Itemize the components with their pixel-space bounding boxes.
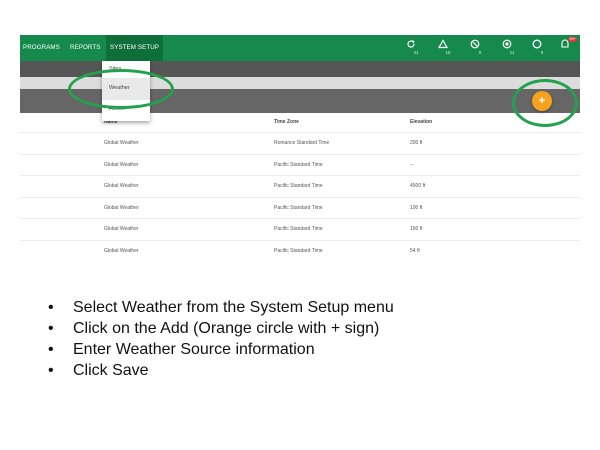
warning-triangle-icon <box>438 39 448 49</box>
table-row[interactable]: Global Weather Pacific Standard Time 450… <box>20 176 580 198</box>
instruction-step: • Click on the Add (Orange circle with + … <box>48 318 394 339</box>
warning-count: 15 <box>445 50 451 55</box>
sync-icon <box>407 40 415 48</box>
header-elevation[interactable]: Elevation <box>410 113 432 132</box>
step-text: Select Weather from the System Setup men… <box>73 299 394 316</box>
ring-icon <box>532 39 542 49</box>
menu-item-sites[interactable]: Sites <box>109 66 121 72</box>
notification-badge: 99+ <box>568 37 577 42</box>
cell-time-zone: Pacific Standard Time <box>274 204 323 211</box>
cell-name: Global Weather <box>104 226 139 232</box>
table-row[interactable]: Global Weather Romance Standard Time 200… <box>20 133 580 155</box>
table-row[interactable]: Global Weather Pacific Standard Time 54 … <box>20 241 580 261</box>
cell-name: Global Weather <box>104 140 139 146</box>
bullet: • <box>48 320 54 337</box>
status-blocked[interactable]: 0 <box>470 38 490 56</box>
step-text: Click on the Add (Orange circle with + s… <box>73 320 380 337</box>
cell-elevation: -- <box>410 161 414 168</box>
bullet: • <box>48 362 54 379</box>
cell-elevation: 100 ft <box>410 204 423 211</box>
table-row[interactable]: Global Weather Pacific Standard Time 100… <box>20 198 580 219</box>
weather-table: Name Time Zone Elevation Global Weather … <box>20 113 580 260</box>
ring-count: 0 <box>540 50 544 55</box>
nav-system-setup[interactable]: SYSTEM SETUP <box>106 35 163 61</box>
system-setup-dropdown: Sites Weather Admin <box>102 61 150 121</box>
status-notifications[interactable]: 99+ <box>560 37 580 50</box>
add-button[interactable]: + <box>532 91 552 111</box>
cell-name: Global Weather <box>104 204 139 211</box>
step-text: Enter Weather Source information <box>73 341 315 358</box>
menu-item-weather[interactable]: Weather <box>109 85 130 91</box>
nav-reports[interactable]: REPORTS <box>70 35 101 61</box>
status-sync[interactable]: 41 <box>406 38 426 56</box>
cell-elevation: 150 ft <box>410 226 423 232</box>
table-row[interactable]: Global Weather Pacific Standard Time 150… <box>20 219 580 241</box>
cell-time-zone: Pacific Standard Time <box>274 226 323 232</box>
header-time-zone[interactable]: Time Zone <box>274 113 299 132</box>
nav-programs[interactable]: PROGRAMS <box>23 35 60 61</box>
instruction-step: • Enter Weather Source information <box>48 339 394 360</box>
bullet: • <box>48 341 54 358</box>
instruction-list: • Select Weather from the System Setup me… <box>48 297 394 381</box>
blocked-icon <box>470 39 480 49</box>
target-icon <box>502 39 512 49</box>
status-ring[interactable]: 0 <box>532 38 552 56</box>
instruction-step: • Select Weather from the System Setup me… <box>48 297 394 318</box>
status-target[interactable]: 11 <box>502 38 522 56</box>
top-nav-bar: PROGRAMS REPORTS SYSTEM SETUP 41 15 0 11… <box>20 35 580 61</box>
cell-time-zone: Romance Standard Time <box>274 140 330 146</box>
blocked-count: 0 <box>478 50 482 55</box>
target-count: 11 <box>509 50 515 55</box>
status-warnings[interactable]: 15 <box>438 38 458 56</box>
menu-item-admin[interactable]: Admin <box>109 106 125 112</box>
cell-name: Global Weather <box>104 247 139 254</box>
cell-name: Global Weather <box>104 161 139 168</box>
cell-time-zone: Pacific Standard Time <box>274 161 323 168</box>
bullet: • <box>48 299 54 316</box>
cell-elevation: 4500 ft <box>410 183 426 189</box>
sync-count: 41 <box>413 50 419 55</box>
table-row[interactable]: Global Weather Pacific Standard Time -- <box>20 155 580 176</box>
cell-name: Global Weather <box>104 183 139 189</box>
instruction-step: • Click Save <box>48 360 394 381</box>
app-screenshot: PROGRAMS REPORTS SYSTEM SETUP 41 15 0 11… <box>20 35 580 260</box>
step-text: Click Save <box>73 362 149 379</box>
cell-elevation: 200 ft <box>410 140 423 146</box>
cell-time-zone: Pacific Standard Time <box>274 247 323 254</box>
cell-elevation: 54 ft <box>410 247 420 254</box>
cell-time-zone: Pacific Standard Time <box>274 183 323 189</box>
